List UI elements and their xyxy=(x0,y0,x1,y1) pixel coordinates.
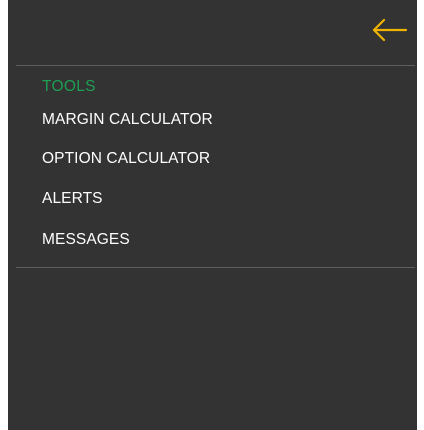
menu-item-alerts[interactable]: ALERTS xyxy=(42,190,103,208)
side-menu-panel: TOOLS MARGIN CALCULATOR OPTION CALCULATO… xyxy=(8,0,417,430)
bottom-divider xyxy=(16,267,415,268)
back-arrow-icon[interactable] xyxy=(372,16,408,44)
menu-item-margin-calculator[interactable]: MARGIN CALCULATOR xyxy=(42,111,213,129)
menu-item-option-calculator[interactable]: OPTION CALCULATOR xyxy=(42,150,210,168)
section-title-tools: TOOLS xyxy=(42,78,96,95)
menu-item-messages[interactable]: MESSAGES xyxy=(42,231,130,249)
top-divider xyxy=(16,65,415,66)
